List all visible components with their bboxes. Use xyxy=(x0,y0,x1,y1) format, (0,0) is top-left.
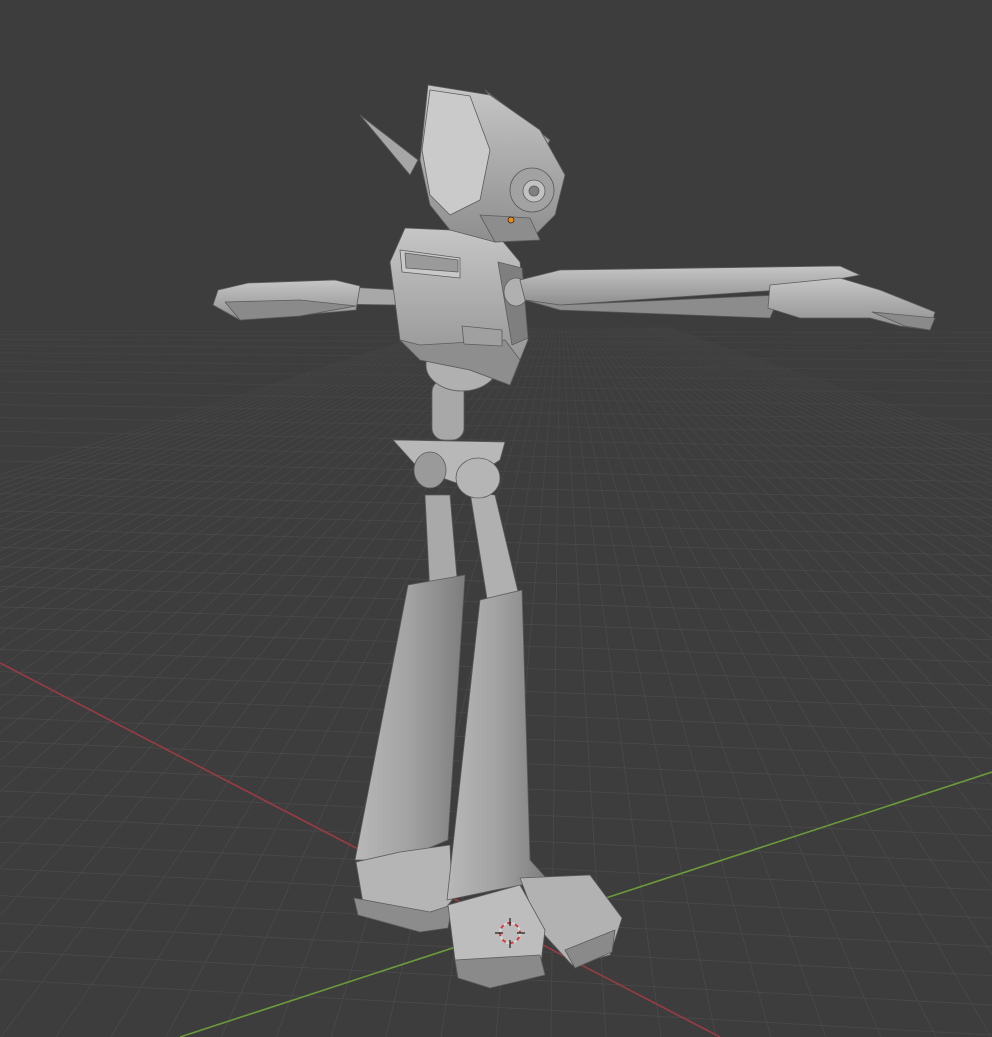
object-origin-icon xyxy=(507,216,515,224)
viewport-scene[interactable] xyxy=(0,0,992,1037)
3d-viewport[interactable] xyxy=(0,0,992,1037)
